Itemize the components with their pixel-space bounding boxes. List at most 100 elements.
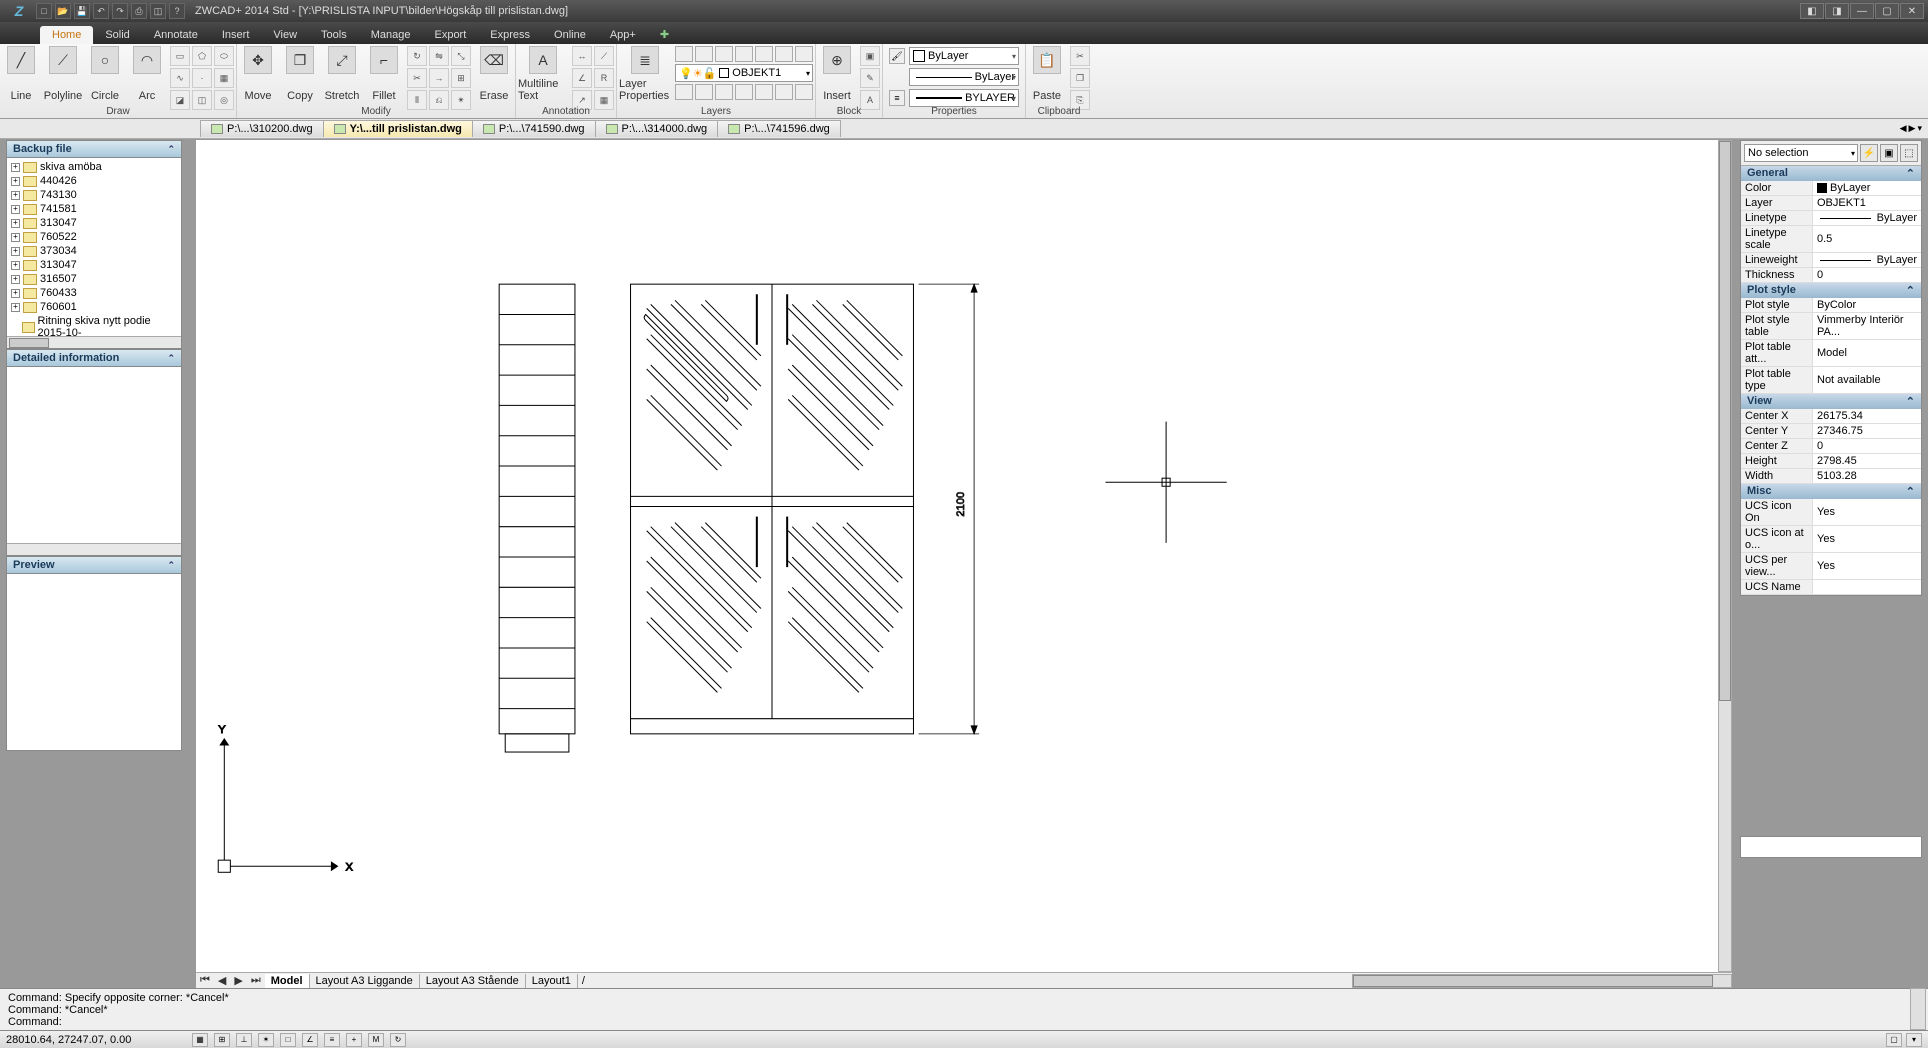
collapse-icon[interactable]: ⌃ [167,560,175,571]
trim-icon[interactable]: ✂ [407,68,427,88]
cut-icon[interactable]: ✂ [1070,46,1090,66]
qat-undo-icon[interactable]: ↶ [93,3,109,19]
snap-toggle[interactable]: ▦ [192,1033,208,1047]
collapse-icon[interactable]: ⌃ [1906,485,1915,498]
fillet-button[interactable]: ⌐Fillet [363,44,405,104]
property-value[interactable]: ByColor [1813,298,1921,312]
ortho-toggle[interactable]: ⊥ [236,1033,252,1047]
lineweight-combo[interactable]: BYLAYER [909,89,1019,107]
tab-express[interactable]: Express [478,26,542,44]
block-create-icon[interactable]: ▣ [860,46,880,66]
dim-linear-icon[interactable]: ↔ [572,46,592,66]
layer-props-button[interactable]: ≣Layer Properties [617,44,673,104]
layout-prev-icon[interactable]: ◀ [214,974,230,987]
doc-tab[interactable]: P:\...\741596.dwg [717,120,841,137]
draw-ellipse-icon[interactable]: ⬭ [214,46,234,66]
property-row[interactable]: UCS icon OnYes [1741,499,1921,526]
selection-combo[interactable]: No selection [1744,144,1858,162]
circle-button[interactable]: ○Circle [84,44,126,104]
property-value[interactable]: 5103.28 [1813,469,1921,483]
layer-iso-icon[interactable] [675,84,693,100]
property-row[interactable]: ColorByLayer [1741,181,1921,196]
layout-last-icon[interactable]: ⏭ [247,974,265,987]
layer-tool6-icon[interactable] [775,46,793,62]
model-toggle[interactable]: M [368,1033,384,1047]
property-value[interactable]: 0 [1813,439,1921,453]
layout-tab[interactable]: Layout A3 Stående [420,974,526,988]
tree-item[interactable]: +313047 [9,258,179,272]
property-value[interactable]: Yes [1813,499,1921,525]
layer-combo[interactable]: 💡☀🔓 OBJEKT1 ▾ [675,64,813,82]
property-row[interactable]: Thickness0 [1741,268,1921,283]
property-value[interactable]: Model [1813,340,1921,366]
block-edit-icon[interactable]: ✎ [860,68,880,88]
command-vscroll[interactable] [1910,988,1926,1030]
tree-item[interactable]: +760522 [9,230,179,244]
property-row[interactable]: Height2798.45 [1741,454,1921,469]
tab-annotate[interactable]: Annotate [142,26,210,44]
tree-item[interactable]: +313047 [9,216,179,230]
property-value[interactable]: Yes [1813,526,1921,552]
linetype-combo[interactable]: ByLayer [909,68,1019,86]
property-row[interactable]: Plot table typeNot available [1741,367,1921,394]
mirror-icon[interactable]: ⇋ [429,46,449,66]
detailed-hscroll[interactable] [7,543,181,555]
tab-online[interactable]: Online [542,26,598,44]
coordinates-readout[interactable]: 28010.64, 27247.07, 0.00 [6,1034,186,1046]
drawing-canvas[interactable]: X Y [196,140,1732,974]
qat-new-icon[interactable]: □ [36,3,52,19]
layer-freeze-icon[interactable] [695,84,713,100]
doc-tab[interactable]: P:\...\741590.dwg [472,120,596,137]
command-line[interactable]: Command: Specify opposite corner: *Cance… [0,988,1928,1030]
property-value[interactable] [1813,580,1921,594]
mtext-button[interactable]: AMultiline Text [516,44,570,104]
tab-prev-icon[interactable]: ◀ [1900,123,1907,134]
property-value[interactable]: 2798.45 [1813,454,1921,468]
doc-tab[interactable]: P:\...\310200.dwg [200,120,324,137]
dyn-toggle[interactable]: + [346,1033,362,1047]
insert-button[interactable]: ⊕Insert [816,44,858,104]
app-icon[interactable]: Z [4,0,34,22]
property-value[interactable]: Yes [1813,553,1921,579]
tab-export[interactable]: Export [422,26,478,44]
color-combo[interactable]: ByLayer [909,47,1019,65]
tab-view[interactable]: View [261,26,309,44]
tree-hscroll[interactable] [7,336,181,348]
layer-tool1-icon[interactable] [675,46,693,62]
match-icon[interactable]: 🖌 [889,48,905,64]
paste-button[interactable]: 📋Paste [1026,44,1068,104]
tab-list-icon[interactable]: ▾ [1917,123,1922,134]
select-objects-icon[interactable]: ▣ [1880,144,1898,162]
command-prompt[interactable]: Command: [8,1016,1920,1028]
property-value[interactable]: Vimmerby Interiör PA... [1813,313,1921,339]
copyclip-icon[interactable]: ❐ [1070,68,1090,88]
tree-item[interactable]: +760601 [9,300,179,314]
layer-tool7-icon[interactable] [795,46,813,62]
doc-tab[interactable]: P:\...\314000.dwg [595,120,719,137]
rotate-icon[interactable]: ↻ [407,46,427,66]
quick-select-icon[interactable]: ⚡ [1860,144,1878,162]
canvas-vscroll[interactable] [1718,140,1732,972]
tab-add[interactable]: ✚ [648,25,681,44]
backup-tree[interactable]: +skiva amöba +440426 +743130 +741581 +31… [7,158,181,336]
property-row[interactable]: LineweightByLayer [1741,253,1921,268]
tab-home[interactable]: Home [40,26,93,44]
array-icon[interactable]: ⊞ [451,68,471,88]
tree-item[interactable]: +373034 [9,244,179,258]
property-value[interactable]: OBJEKT1 [1813,196,1921,210]
doc-tab[interactable]: Y:\...till prislistan.dwg [323,120,473,137]
qat-plot-icon[interactable]: ⎙ [131,3,147,19]
dim-angular-icon[interactable]: ∠ [572,68,592,88]
panel-toggle2-icon[interactable]: ◨ [1825,3,1849,19]
draw-spline-icon[interactable]: ∿ [170,68,190,88]
tab-tools[interactable]: Tools [309,26,359,44]
collapse-icon[interactable]: ⌃ [1906,395,1915,408]
property-row[interactable]: LayerOBJEKT1 [1741,196,1921,211]
property-row[interactable]: Linetype scale0.5 [1741,226,1921,253]
property-value[interactable]: 27346.75 [1813,424,1921,438]
layout-tab-model[interactable]: Model [265,974,310,988]
list-icon[interactable]: ≡ [889,90,905,106]
copy-button[interactable]: ❐Copy [279,44,321,104]
draw-rect-icon[interactable]: ▭ [170,46,190,66]
property-row[interactable]: Center Z0 [1741,439,1921,454]
